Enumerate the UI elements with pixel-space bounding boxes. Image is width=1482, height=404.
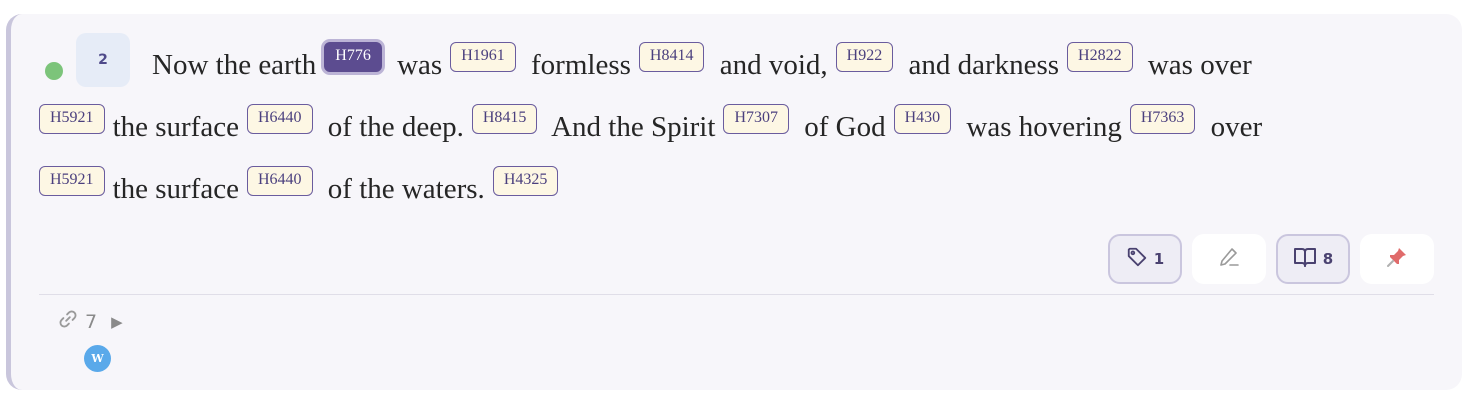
strongs-tag[interactable]: H8414 [638,42,705,72]
strongs-tag[interactable]: H776 [324,42,382,72]
notes-button[interactable]: 8 [1276,234,1350,284]
strongs-tag[interactable]: H7307 [723,104,789,134]
verse-word: the surface [112,111,239,143]
link-icon [57,308,79,335]
verse-word: and darkness [908,49,1060,81]
source-badge[interactable]: W [84,345,111,372]
verse-word: the surface [112,173,239,205]
strongs-tag[interactable]: H4325 [492,166,559,196]
verse-word: of the waters. [327,173,485,205]
verse-word: and void, [719,49,828,81]
tags-button[interactable]: 1 [1108,234,1182,284]
pin-icon [1385,245,1409,273]
verse-toolbar: 1 8 [1108,234,1434,284]
verse-word: Now the earth [152,49,317,81]
notes-count: 8 [1322,250,1334,268]
divider [39,294,1434,295]
edit-note-button[interactable] [1192,234,1266,284]
strongs-tag[interactable]: H1961 [450,42,516,72]
verse-text: Now the earth H776 was H1961 formless H8414… [39,34,1444,220]
strongs-tag[interactable]: H6440 [246,166,313,196]
caret-right-icon[interactable]: ▶ [111,313,123,331]
verse-word: of God [804,111,886,143]
strongs-tag[interactable]: H922 [835,42,894,72]
links-count: 7 [85,310,98,333]
strongs-tag[interactable]: H2822 [1067,42,1133,72]
pencil-icon [1217,245,1241,273]
tag-icon [1126,246,1148,272]
strongs-tag[interactable]: H5921 [39,104,105,134]
pin-button[interactable] [1360,234,1434,284]
cross-references-toggle[interactable]: 7 ▶ [57,308,123,335]
verse-word: was [397,49,443,81]
strongs-tag[interactable]: H8415 [471,104,538,134]
verse-word: was hovering [966,111,1122,143]
tags-count: 1 [1153,250,1165,268]
strongs-tag[interactable]: H5921 [39,166,105,196]
strongs-tag[interactable]: H7363 [1129,104,1196,134]
strongs-tag[interactable]: H430 [893,104,952,134]
verse-word: formless [531,49,631,81]
strongs-tag[interactable]: H6440 [246,104,313,134]
verse-word: And the Spirit [551,111,716,143]
verse-word: of the deep. [327,111,464,143]
verse-word: over [1210,111,1263,143]
book-icon [1293,246,1317,272]
verse-card: 2 Now the earth H776 was H1961 formless H84… [6,14,1462,390]
verse-word: was over [1147,49,1252,81]
